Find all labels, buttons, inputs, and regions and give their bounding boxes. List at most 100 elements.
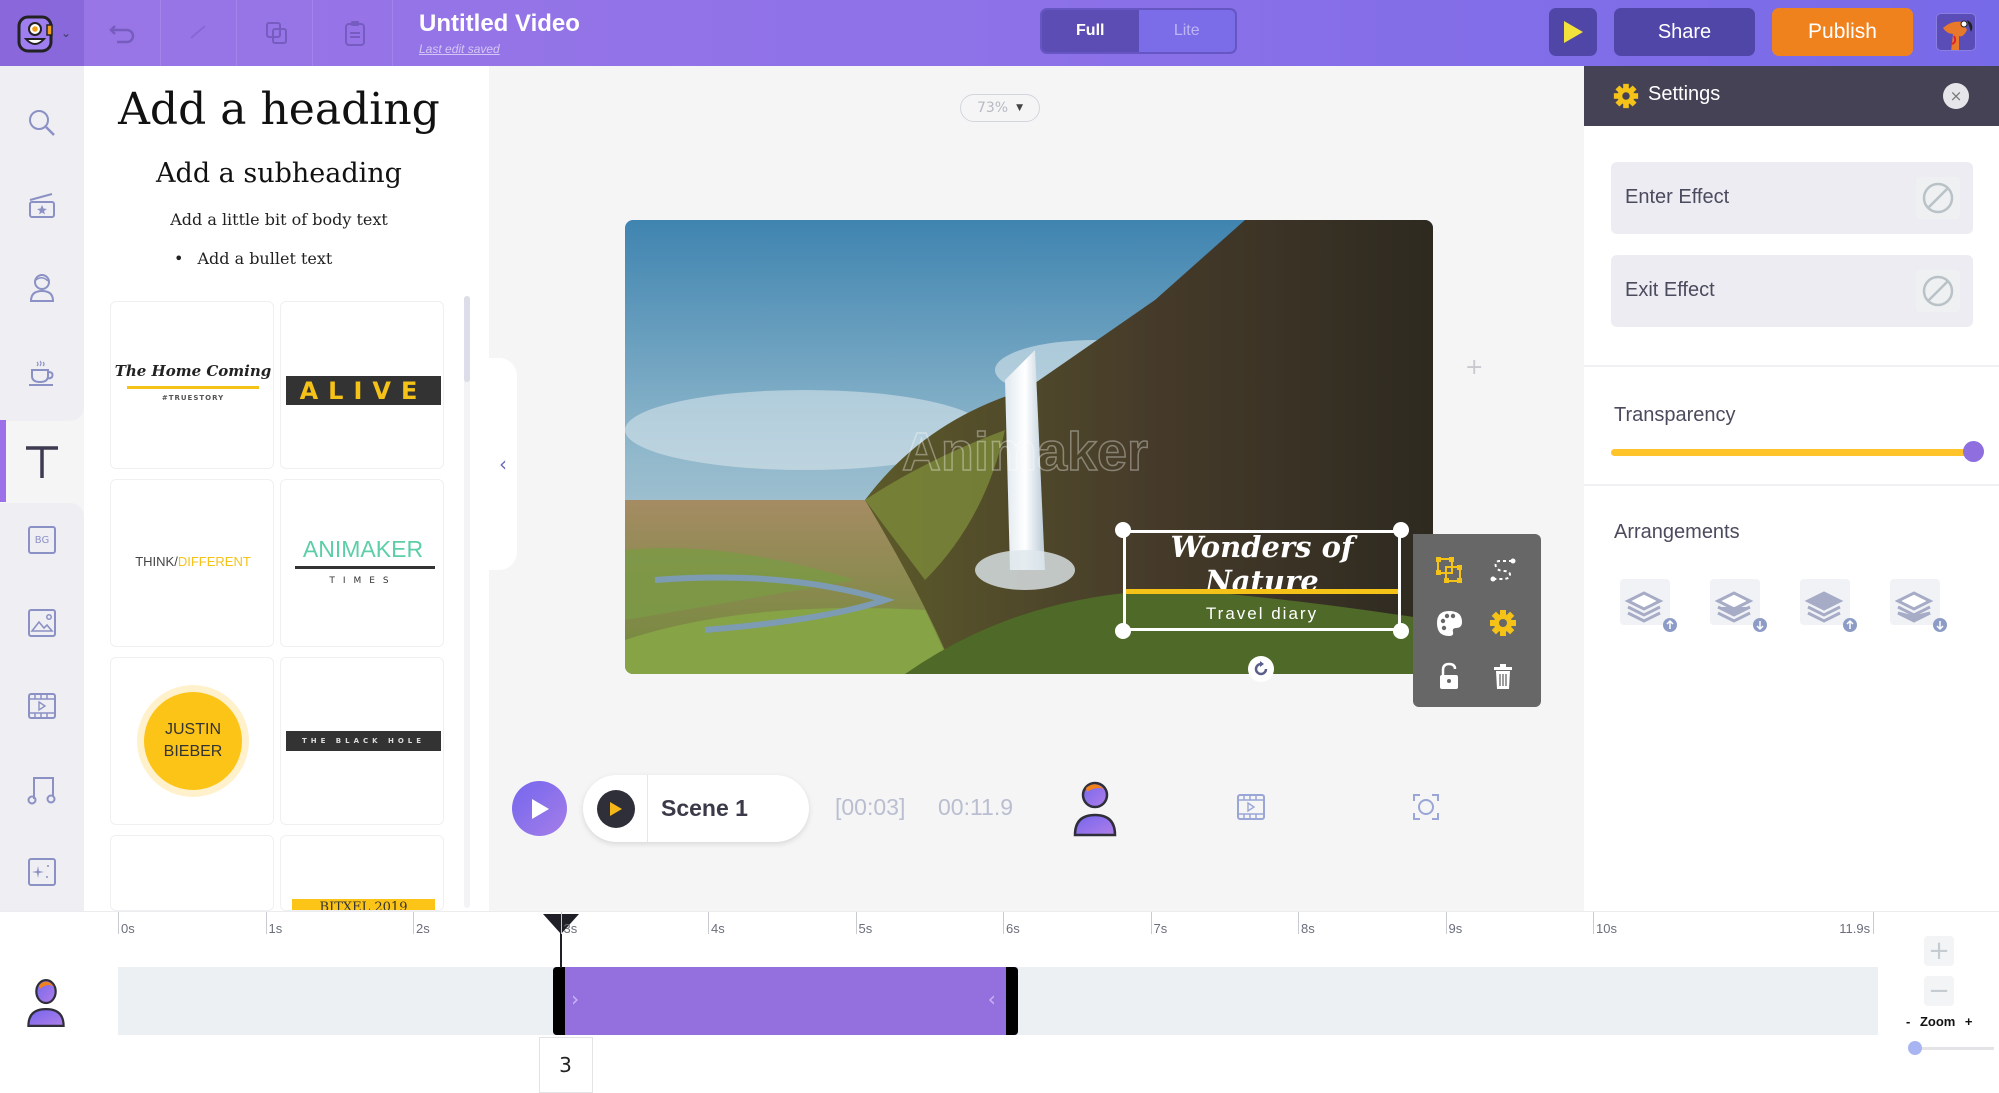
divider: [1584, 484, 1999, 486]
app-logo-icon: [17, 15, 53, 53]
timeline-clip[interactable]: › ‹: [553, 967, 1018, 1035]
motion-path-button[interactable]: [1483, 550, 1523, 590]
sidebar-item-search[interactable]: [0, 88, 84, 158]
text-template-card[interactable]: THE BLACK HOLE: [280, 657, 444, 825]
copy-icon[interactable]: [262, 18, 292, 48]
rotate-handle[interactable]: [1248, 656, 1274, 682]
timeline-tick-label: 1s: [268, 921, 283, 936]
template-subtitle: TIMES: [329, 576, 397, 586]
sidebar-item-background[interactable]: BG: [0, 505, 84, 575]
sidebar-item-props[interactable]: [0, 337, 84, 407]
text-template-card[interactable]: ALIVE: [280, 301, 444, 469]
timeline-zoom-label: - Zoom +: [1906, 1014, 1973, 1029]
sidebar-item-scenes[interactable]: [0, 170, 84, 240]
collapse-panel-button[interactable]: ‹: [489, 358, 517, 570]
lock-button[interactable]: [1429, 656, 1469, 696]
enter-effect-row[interactable]: Enter Effect: [1611, 162, 1973, 234]
timeline-tick-label: 10s: [1596, 921, 1617, 936]
send-to-back-button[interactable]: [1890, 579, 1947, 632]
group-button[interactable]: [1429, 550, 1469, 590]
text-template-card[interactable]: JUSTIN BIEBER: [110, 657, 274, 825]
redo-icon[interactable]: [183, 18, 213, 48]
text-template-card[interactable]: ANIMAKER TIMES: [280, 479, 444, 647]
template-subtitle: #TRUESTORY: [161, 394, 225, 402]
text-template-card[interactable]: BITXEL 2019: [280, 835, 444, 911]
send-backward-button[interactable]: [1710, 579, 1767, 632]
resize-handle[interactable]: [1393, 623, 1409, 639]
timeline-tick: [1003, 912, 1004, 934]
app-menu-button[interactable]: ⌄: [0, 0, 84, 66]
scene-start-time: [00:03]: [835, 794, 906, 820]
paste-icon[interactable]: [340, 18, 370, 48]
share-button[interactable]: Share: [1614, 8, 1755, 56]
undo-icon[interactable]: [107, 18, 137, 48]
enter-effect-none-button[interactable]: [1916, 177, 1960, 219]
color-button[interactable]: [1429, 603, 1469, 643]
delete-button[interactable]: [1483, 656, 1523, 696]
play-all-button[interactable]: [512, 781, 567, 836]
resize-handle[interactable]: [1115, 623, 1131, 639]
character-track-button[interactable]: [1070, 780, 1120, 842]
exit-effect-row[interactable]: Exit Effect: [1611, 255, 1973, 327]
timeline-tick: [265, 912, 267, 934]
sidebar-item-effects[interactable]: [0, 837, 84, 907]
timeline-zoom-slider[interactable]: [1914, 1047, 1994, 1050]
clapperboard-icon: [29, 193, 55, 218]
play-all-icon: [531, 798, 549, 819]
add-subheading-button[interactable]: Add a subheading: [84, 158, 474, 189]
mode-lite-tab[interactable]: Lite: [1139, 10, 1236, 52]
clip-start-handle[interactable]: [553, 967, 566, 1035]
user-avatar[interactable]: [1936, 13, 1976, 51]
scene-play-button[interactable]: [597, 790, 635, 828]
mode-full-tab[interactable]: Full: [1042, 10, 1139, 52]
bring-forward-button[interactable]: [1620, 579, 1677, 632]
divider: [1584, 365, 1999, 367]
sidebar-item-music[interactable]: [0, 754, 84, 824]
settings-button[interactable]: [1483, 603, 1523, 643]
timeline-zoom-slider-thumb[interactable]: [1908, 1041, 1922, 1055]
top-bar: ⌄ Untitled Video Last edit saved Full Li…: [0, 0, 1999, 66]
project-title[interactable]: Untitled Video: [419, 10, 580, 38]
scrollbar-thumb[interactable]: [464, 296, 470, 382]
bring-to-front-button[interactable]: [1800, 579, 1857, 632]
text-template-card[interactable]: [110, 835, 274, 911]
exit-effect-label: Exit Effect: [1625, 279, 1715, 301]
preview-button[interactable]: [1549, 8, 1597, 56]
save-status[interactable]: Last edit saved: [419, 42, 500, 56]
clip-end-handle[interactable]: [1005, 967, 1018, 1035]
publish-button[interactable]: Publish: [1772, 8, 1913, 56]
canvas-zoom-dropdown[interactable]: 73% ▼: [960, 94, 1040, 122]
selected-subtitle-text[interactable]: Travel diary: [1123, 604, 1401, 624]
sidebar-item-text[interactable]: [0, 427, 84, 497]
add-scene-plus-icon[interactable]: +: [1465, 355, 1483, 380]
caret-down-icon: ▼: [1016, 103, 1024, 113]
sidebar-item-characters[interactable]: [0, 253, 84, 323]
timeline-tick-label: 2s: [416, 921, 430, 936]
sidebar-item-video[interactable]: [0, 671, 84, 741]
add-heading-button[interactable]: Add a heading: [84, 84, 474, 135]
selected-title-text[interactable]: Wonders of Nature: [1123, 530, 1401, 598]
video-track-button[interactable]: [1236, 792, 1266, 826]
add-bullet-text-button[interactable]: Add a bullet text: [194, 249, 332, 268]
close-settings-button[interactable]: ×: [1943, 83, 1969, 109]
scene-selector[interactable]: Scene 1: [583, 775, 809, 842]
bring-forward-icon: [1624, 591, 1677, 632]
text-template-card[interactable]: The Home Coming #TRUESTORY: [110, 301, 274, 469]
unlock-icon: [1440, 662, 1458, 689]
timeline-zoom-out-button[interactable]: −: [1924, 976, 1954, 1006]
transparency-slider-track[interactable]: [1611, 449, 1973, 456]
camera-button[interactable]: [1411, 792, 1441, 826]
text-template-card[interactable]: THINK/DIFFERENT: [110, 479, 274, 647]
palette-icon: [1437, 611, 1462, 636]
timeline-zoom-in-button[interactable]: +: [1924, 936, 1954, 966]
rotate-icon: [1254, 661, 1268, 676]
mode-toggle[interactable]: Full Lite: [1040, 8, 1237, 54]
transparency-slider-thumb[interactable]: [1963, 441, 1984, 462]
scrollbar-track[interactable]: [464, 296, 470, 908]
chevron-left-icon: ‹: [987, 987, 996, 1011]
add-body-text-button[interactable]: Add a little bit of body text: [84, 210, 474, 229]
divider: [236, 0, 237, 66]
sidebar-item-images[interactable]: [0, 588, 84, 658]
timeline-tick: [118, 912, 119, 934]
exit-effect-none-button[interactable]: [1916, 270, 1960, 312]
